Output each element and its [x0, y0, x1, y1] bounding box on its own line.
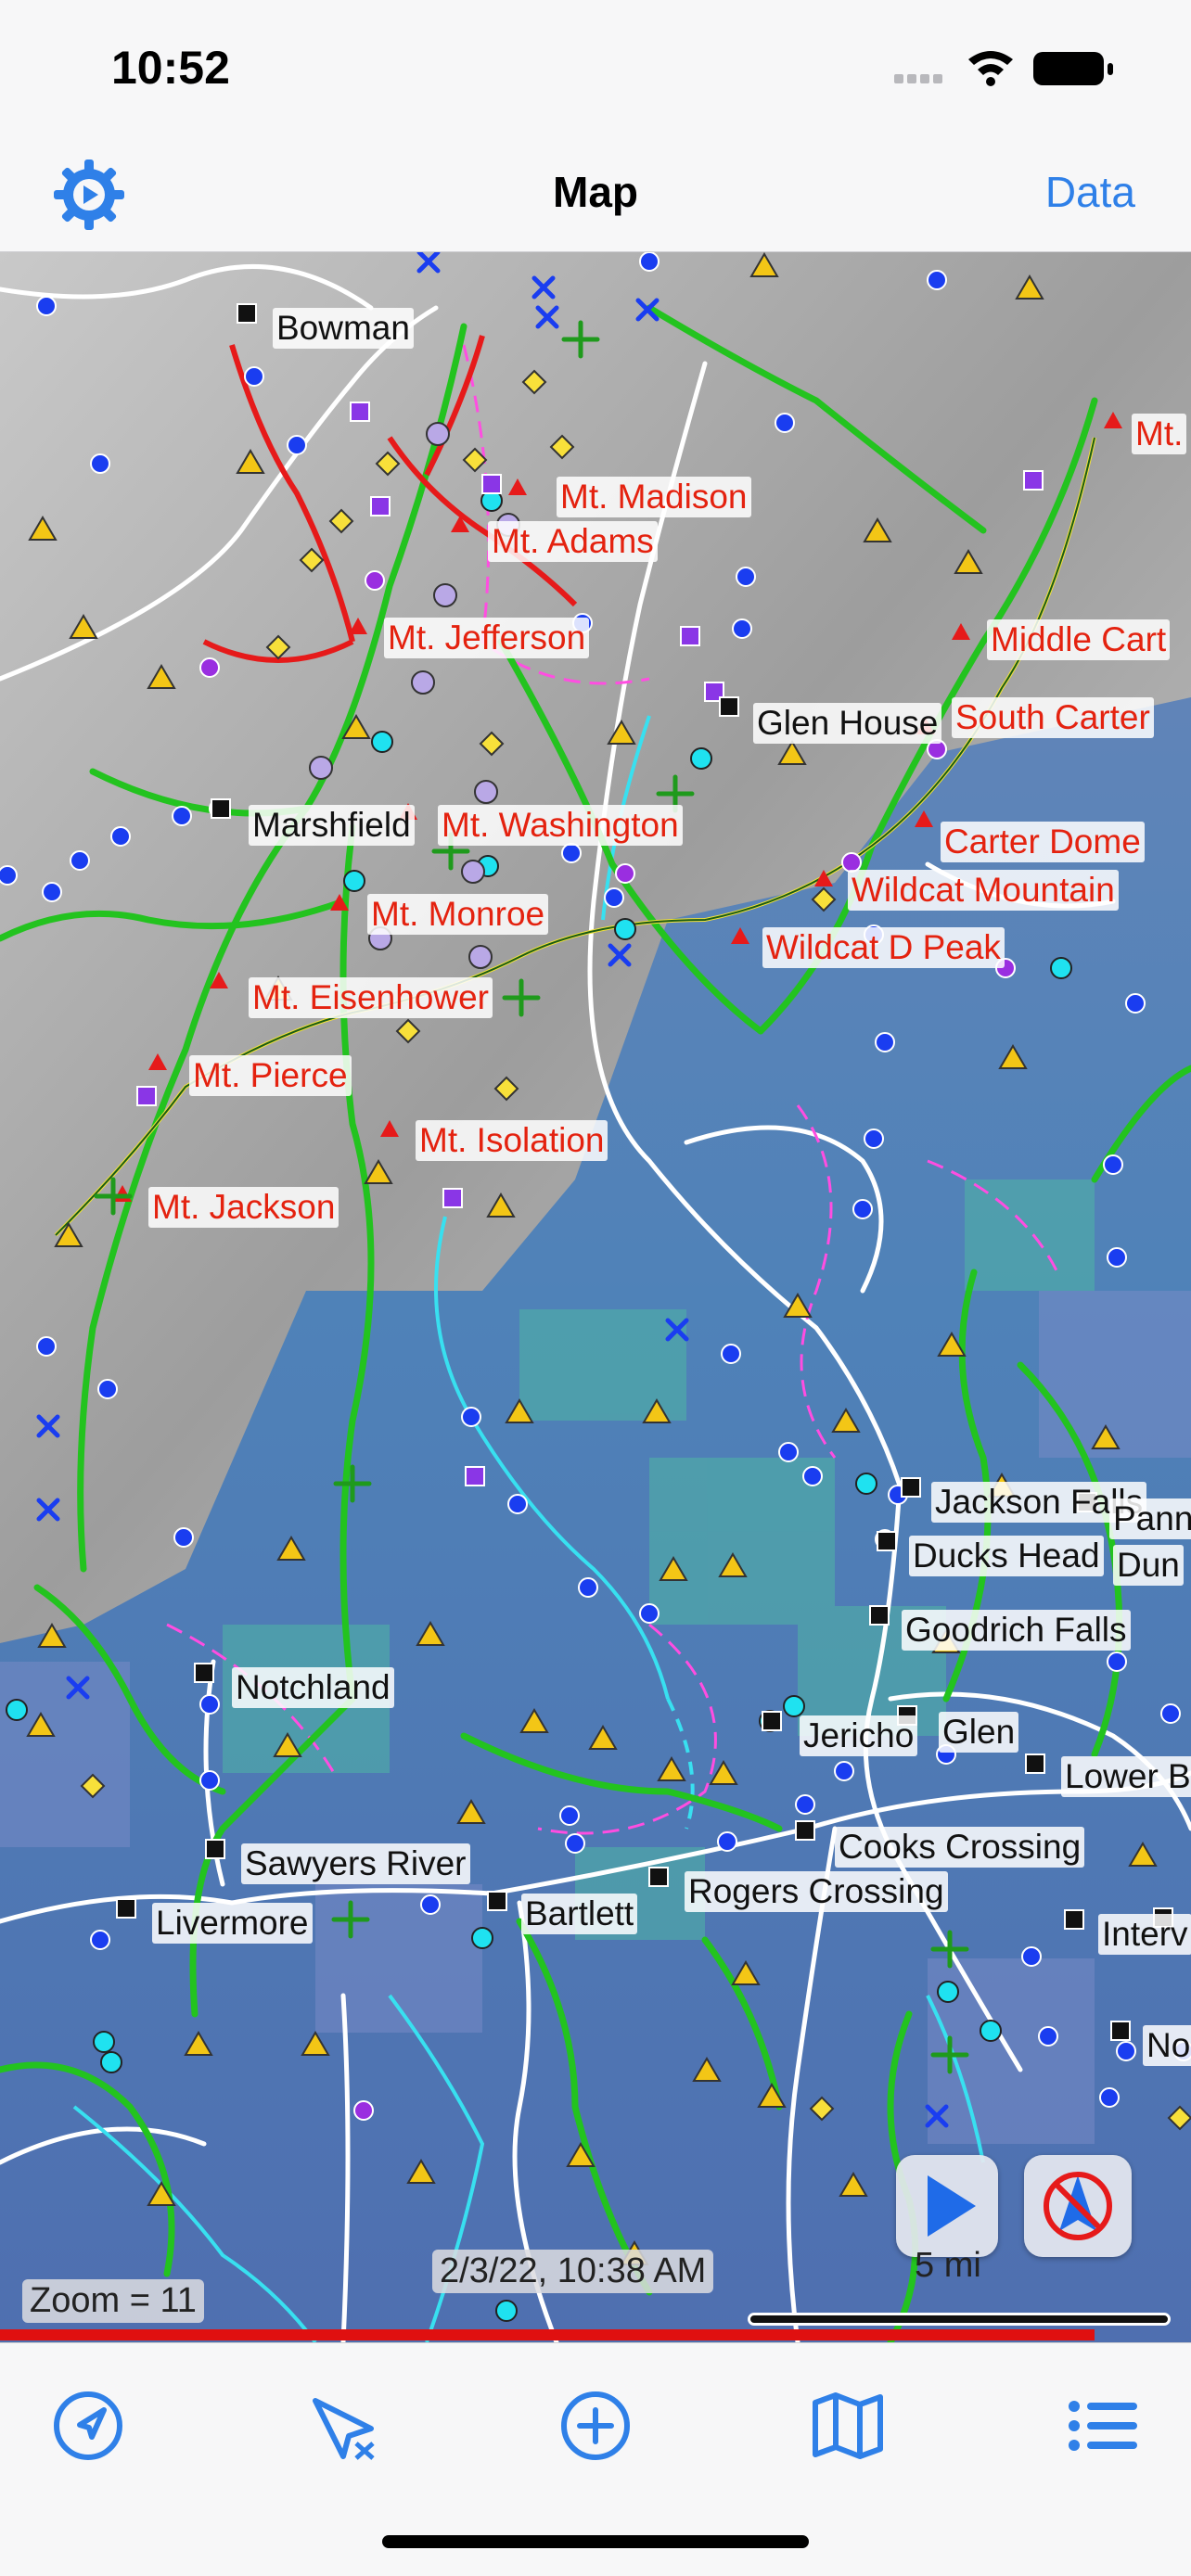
town-label[interactable]: Dun	[1113, 1545, 1184, 1586]
peak-label[interactable]: Wildcat Mountain	[848, 870, 1119, 911]
scale-label: 5 mi	[915, 2246, 981, 2285]
peak-label[interactable]: Mt.	[1132, 414, 1187, 454]
town-label[interactable]: Notchland	[232, 1667, 394, 1708]
town-label[interactable]: Glen	[939, 1712, 1019, 1753]
battery-icon	[1033, 52, 1113, 85]
add-circle-icon[interactable]	[554, 2384, 637, 2468]
peak-label[interactable]: Mt. Adams	[488, 521, 658, 562]
zoom-level: Zoom = 11	[22, 2279, 204, 2323]
town-label[interactable]: Lower B	[1061, 1756, 1191, 1797]
town-label[interactable]: Cooks Crossing	[835, 1827, 1085, 1868]
navigation-bar: Map Data	[0, 139, 1191, 252]
town-label[interactable]: Rogers Crossing	[685, 1871, 948, 1912]
peak-label[interactable]: Carter Dome	[941, 822, 1145, 862]
status-bar: 10:52	[0, 0, 1191, 139]
scale-bar	[748, 2313, 1171, 2326]
peak-label[interactable]: Mt. Madison	[557, 477, 751, 517]
map-icon[interactable]	[806, 2384, 890, 2468]
tracking-off-icon	[1044, 2172, 1112, 2240]
home-indicator	[382, 2535, 809, 2548]
play-button[interactable]	[896, 2155, 998, 2257]
town-label[interactable]: Bowman	[273, 308, 414, 349]
location-tracking-toggle[interactable]	[1024, 2155, 1132, 2257]
town-label[interactable]: Pann	[1109, 1498, 1191, 1539]
route-line	[0, 2329, 1095, 2340]
location-arrow-icon[interactable]	[46, 2384, 130, 2468]
play-icon	[928, 2175, 976, 2237]
peak-label[interactable]: Mt. Jackson	[148, 1187, 339, 1228]
town-label[interactable]: Livermore	[152, 1903, 313, 1944]
page-title: Map	[553, 168, 638, 216]
town-label[interactable]: Ducks Head	[909, 1536, 1104, 1576]
list-icon[interactable]	[1061, 2384, 1145, 2468]
cellular-icon	[894, 74, 942, 83]
map-background[interactable]	[0, 252, 1191, 2342]
peak-label[interactable]: Mt. Isolation	[416, 1120, 608, 1161]
peak-label[interactable]: Mt. Jefferson	[384, 618, 590, 658]
status-time: 10:52	[111, 42, 230, 94]
town-label[interactable]: Sawyers River	[241, 1843, 470, 1884]
town-label[interactable]: Interv	[1098, 1914, 1191, 1955]
map-timestamp: 2/3/22, 10:38 AM	[432, 2250, 714, 2293]
town-label[interactable]: Goodrich Falls	[902, 1610, 1131, 1651]
route-icon[interactable]	[302, 2384, 386, 2468]
status-icons	[894, 51, 1113, 86]
town-label[interactable]: Jericho	[800, 1715, 918, 1756]
map-view[interactable]: Mt. Madison Mt. Adams Mt. Jefferson Mt. …	[0, 252, 1191, 2342]
peak-label[interactable]: Mt. Pierce	[189, 1055, 352, 1096]
town-label[interactable]: Marshfield	[249, 805, 415, 846]
peak-label[interactable]: South Carter	[952, 697, 1154, 738]
peak-label[interactable]: Mt. Eisenhower	[249, 977, 493, 1018]
peak-label[interactable]: Mt. Monroe	[367, 894, 549, 935]
peak-label[interactable]: Mt. Washington	[438, 805, 683, 846]
town-label[interactable]: Bartlett	[521, 1894, 638, 1934]
peak-label[interactable]: Middle Cart	[987, 619, 1171, 660]
data-button[interactable]: Data	[1045, 167, 1135, 217]
peak-label[interactable]: Wildcat D Peak	[762, 927, 1005, 968]
town-label[interactable]: No	[1143, 2025, 1191, 2066]
town-label[interactable]: Glen House	[753, 703, 942, 744]
wifi-icon	[968, 51, 1013, 86]
